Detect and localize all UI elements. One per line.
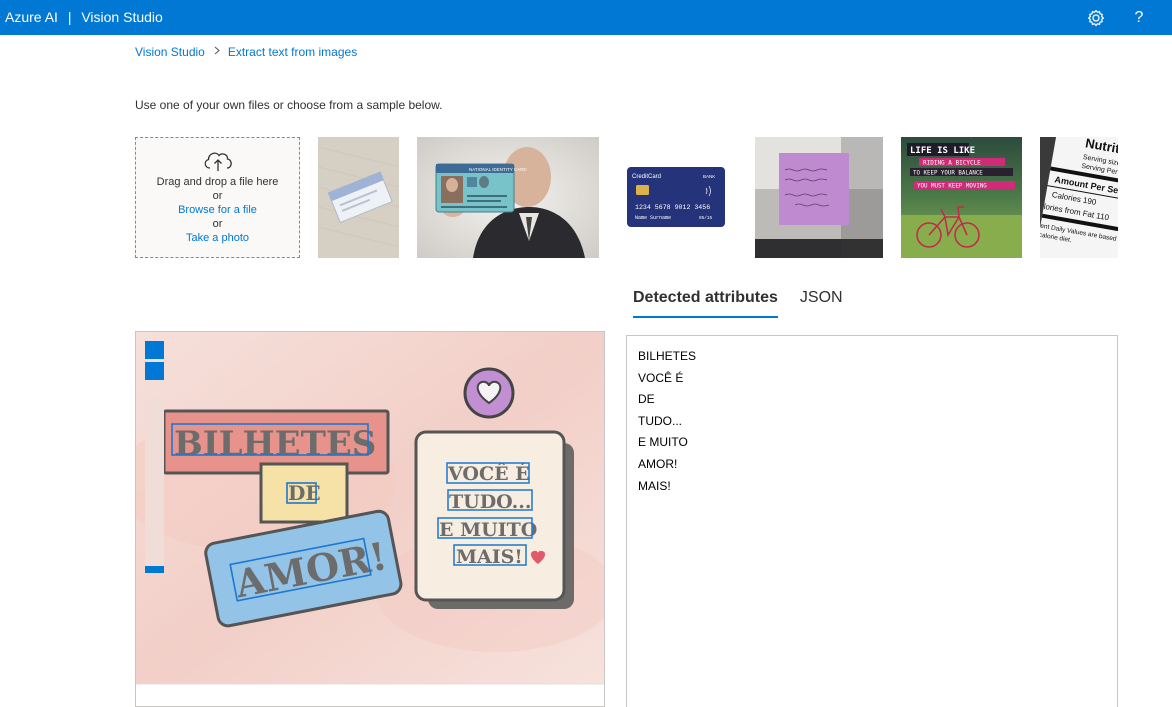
credit-card-number: 1234 5678 9012 3456 xyxy=(635,204,710,211)
social-security-card-image xyxy=(318,137,399,258)
bicycle-poster-image: LIFE IS LIKE RIDING A BICYCLE TO KEEP YO… xyxy=(901,137,1022,258)
sample-national-identity-card[interactable]: NATIONAL IDENTITY CARD xyxy=(417,137,599,258)
sample-nutrition-facts[interactable]: Nutrition Serving size: 1 ba Serving Per… xyxy=(1040,137,1118,258)
product-name: Vision Studio xyxy=(81,9,163,25)
zoom-slider-track[interactable] xyxy=(145,398,164,566)
detected-line: AMOR! xyxy=(638,456,678,471)
bike-line-1: LIFE IS LIKE xyxy=(910,146,975,156)
identity-card-image: NATIONAL IDENTITY CARD xyxy=(417,137,599,258)
sample-credit-card[interactable]: CreditCard BANK 1234 5678 9012 3456 Name… xyxy=(617,137,737,258)
word-bilhetes: BILHETES xyxy=(174,424,376,464)
credit-card-exp: 05/15 xyxy=(699,216,713,221)
chevron-right-icon xyxy=(214,46,220,58)
credit-card-brand: CreditCard xyxy=(632,174,661,180)
take-photo-link[interactable]: Take a photo xyxy=(136,231,299,245)
id-card-title: NATIONAL IDENTITY CARD xyxy=(469,167,527,172)
breadcrumb: Vision Studio Extract text from images xyxy=(135,45,357,59)
gear-icon xyxy=(1088,9,1104,27)
sticky-note-image xyxy=(755,137,883,258)
browse-file-link[interactable]: Browse for a file xyxy=(136,203,299,217)
word-voce: VOCÊ É xyxy=(447,462,530,485)
detected-line: BILHETES xyxy=(638,349,697,363)
zoom-in-button[interactable] xyxy=(145,341,164,359)
zoom-out-button[interactable] xyxy=(145,362,164,380)
detected-line: E MUITO xyxy=(638,435,688,450)
nutrition-label-image: Nutrition Serving size: 1 ba Serving Per… xyxy=(1040,137,1118,258)
cloud-upload-icon xyxy=(204,152,232,171)
tab-detected-attributes[interactable]: Detected attributes xyxy=(633,289,778,318)
or-text: or xyxy=(212,218,223,230)
app-name: Azure AI xyxy=(5,9,58,25)
bike-line-4: YOU MUST KEEP MOVING xyxy=(917,184,987,190)
detected-attributes-panel: BILHETES VOCÊ É DE TUDO... E MUITO AMOR!… xyxy=(626,335,1118,707)
detected-line: MAIS! xyxy=(638,478,671,493)
bike-line-2: RIDING A BICYCLE xyxy=(923,160,981,167)
credit-card-bank: BANK xyxy=(703,174,715,179)
top-bar: Azure AI | Vision Studio ? xyxy=(0,0,1172,35)
detected-line: VOCÊ É xyxy=(638,370,684,385)
detected-line: DE xyxy=(638,392,655,407)
or-text: or xyxy=(212,190,223,202)
file-drop-zone[interactable]: Drag and drop a file here or Browse for … xyxy=(135,137,300,258)
credit-card-image: CreditCard BANK 1234 5678 9012 3456 Name… xyxy=(627,167,725,227)
intro-text: Use one of your own files or choose from… xyxy=(135,98,443,112)
breadcrumb-extract-text[interactable]: Extract text from images xyxy=(228,45,357,59)
bike-line-3: TO KEEP YOUR BALANCE xyxy=(913,171,983,177)
drag-drop-text: Drag and drop a file here xyxy=(156,176,279,188)
sample-life-is-like[interactable]: LIFE IS LIKE RIDING A BICYCLE TO KEEP YO… xyxy=(901,137,1022,258)
help-button[interactable]: ? xyxy=(1130,8,1148,28)
detected-line: TUDO... xyxy=(638,413,682,428)
breadcrumb-vision-studio[interactable]: Vision Studio xyxy=(135,45,205,59)
result-tabs: Detected attributes JSON xyxy=(633,289,865,318)
love-notes-image: BILHETES DE AMOR! VOCÊ É TUDO... E MUITO… xyxy=(136,332,604,706)
brand-separator: | xyxy=(67,9,72,25)
app-brand[interactable]: Azure AI | Vision Studio xyxy=(5,9,163,25)
settings-button[interactable] xyxy=(1085,7,1107,29)
sample-sticky-note[interactable] xyxy=(755,137,883,258)
image-preview: BILHETES DE AMOR! VOCÊ É TUDO... E MUITO… xyxy=(135,331,605,707)
zoom-slider-thumb[interactable] xyxy=(145,566,164,573)
sample-social-security-card[interactable] xyxy=(318,137,399,258)
tab-json[interactable]: JSON xyxy=(800,289,843,318)
credit-card-name: Name Surname xyxy=(635,215,671,221)
